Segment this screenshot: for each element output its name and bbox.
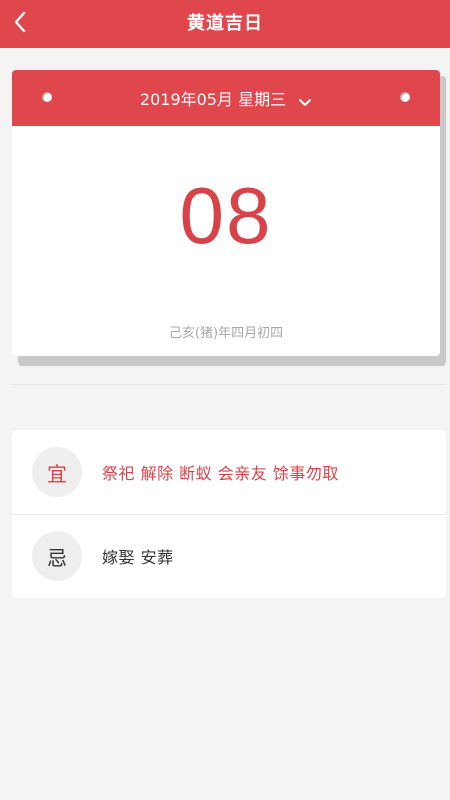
ji-row: 忌 嫁娶 安葬 [12, 514, 446, 598]
almanac-panel: 宜 祭祀 解除 断蚁 会亲友 馀事勿取 忌 嫁娶 安葬 [12, 430, 446, 598]
calendar-card: 2019年05月 星期三 08 己亥(猪)年四月初四 [12, 70, 446, 366]
yi-row: 宜 祭祀 解除 断蚁 会亲友 馀事勿取 [12, 430, 446, 514]
page-title: 黄道吉日 [187, 13, 263, 34]
ji-items: 嫁娶 安葬 [102, 548, 174, 567]
yi-items: 祭祀 解除 断蚁 会亲友 馀事勿取 [102, 464, 339, 483]
yi-badge: 宜 [32, 447, 82, 497]
month-label: 2019年05月 星期三 [139, 90, 287, 109]
calendar-page: 2019年05月 星期三 08 己亥(猪)年四月初四 [12, 70, 440, 356]
top-bar: 黄道吉日 [0, 0, 450, 48]
day-number: 08 [179, 171, 273, 260]
chevron-down-icon [298, 93, 312, 106]
month-selector[interactable]: 2019年05月 星期三 [12, 70, 440, 126]
binder-ring-icon [400, 92, 410, 102]
binder-ring-icon [42, 92, 52, 102]
ji-badge: 忌 [32, 531, 82, 581]
divider [12, 384, 446, 385]
lunar-date: 己亥(猪)年四月初四 [168, 326, 284, 341]
